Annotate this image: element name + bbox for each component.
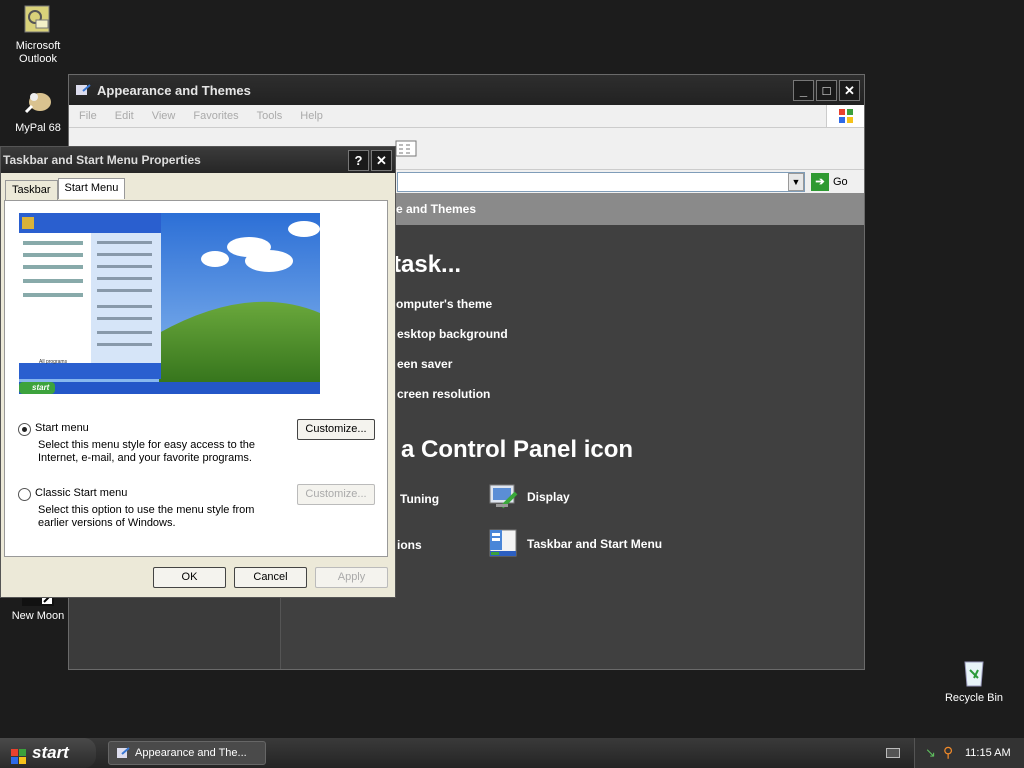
go-arrow-icon: ➔ (811, 173, 829, 191)
menu-bar: File Edit View Favorites Tools Help (69, 105, 864, 127)
cp-icon-taskbar-start[interactable]: Taskbar and Start Menu (488, 528, 662, 560)
taskbar-item-icon (116, 746, 130, 760)
pick-task-heading: task... (393, 251, 462, 278)
desktop-icon-recycle-bin[interactable]: Recycle Bin (936, 656, 1012, 705)
maximize-button[interactable]: □ (816, 79, 837, 101)
start-menu-option-label: Start menu (35, 422, 89, 434)
windows-flag-icon (11, 745, 27, 764)
views-button[interactable] (395, 140, 429, 160)
cp-link-tuning[interactable]: Tuning (400, 492, 439, 506)
tab-taskbar[interactable]: Taskbar (5, 180, 58, 200)
dialog-titlebar[interactable]: Taskbar and Start Menu Properties ? ✕ (1, 147, 395, 173)
classic-start-menu-radio[interactable] (18, 488, 31, 501)
customize-classic-button[interactable]: Customize... (297, 484, 375, 505)
desktop-icon-label: New Moon (11, 610, 65, 622)
minimize-button[interactable]: _ (793, 79, 814, 101)
start-button[interactable]: start (0, 738, 96, 768)
ok-button[interactable]: OK (153, 567, 226, 588)
taskbar-start-menu-properties-dialog: Taskbar and Start Menu Properties ? ✕ Ta… (0, 146, 396, 598)
menu-help[interactable]: Help (300, 110, 323, 122)
start-menu-tab-panel: All programs start Start menu Select thi… (4, 200, 388, 557)
menu-edit[interactable]: Edit (115, 110, 134, 122)
menu-favorites[interactable]: Favorites (193, 110, 238, 122)
window-title: Appearance and Themes (97, 82, 251, 98)
go-label: Go (833, 176, 848, 188)
task-link-background[interactable]: esktop background (397, 327, 508, 341)
desktop-icon-label: MyPal 68 (15, 122, 61, 134)
cp-link-options[interactable]: ions (397, 538, 422, 552)
classic-option-label: Classic Start menu (35, 487, 128, 499)
desktop-icon-label: Recycle Bin (944, 692, 1004, 704)
display-icon (488, 481, 520, 513)
taskbar-item-appearance[interactable]: Appearance and The... (108, 741, 266, 765)
desktop-icon-label: Microsoft Outlook (15, 40, 61, 65)
recycle-bin-icon (958, 656, 990, 688)
menu-tools[interactable]: Tools (257, 110, 283, 122)
pick-icon-heading: a Control Panel icon (401, 436, 634, 463)
classic-option-desc2: earlier versions of Windows. (38, 517, 176, 529)
address-input[interactable] (397, 172, 805, 192)
task-link-resolution[interactable]: creen resolution (397, 387, 490, 401)
task-link-theme[interactable]: omputer's theme (396, 297, 492, 311)
cancel-button[interactable]: Cancel (234, 567, 307, 588)
cp-label-taskbar-start: Taskbar and Start Menu (527, 537, 663, 551)
dialog-tabs: Taskbar Start Menu (5, 178, 126, 200)
taskbar-item-label: Appearance and The... (135, 747, 247, 759)
windows-logo-icon (826, 105, 864, 127)
cp-label-display: Display (527, 490, 570, 504)
menu-file[interactable]: File (79, 110, 97, 122)
dialog-title: Taskbar and Start Menu Properties (3, 153, 201, 167)
start-menu-option-desc2: Internet, e-mail, and your favorite prog… (38, 452, 252, 464)
close-button[interactable]: ✕ (839, 79, 860, 101)
outlook-icon (22, 4, 54, 36)
task-link-screensaver[interactable]: een saver (397, 357, 452, 371)
clock: 11:15 AM (965, 747, 1011, 759)
preview-start-label: start (32, 383, 50, 392)
mypal-icon (22, 86, 54, 118)
menu-view[interactable]: View (152, 110, 176, 122)
folder-icon (75, 83, 91, 97)
customize-start-menu-button[interactable]: Customize... (297, 419, 375, 440)
start-menu-option-desc1: Select this menu style for easy access t… (38, 439, 256, 451)
desktop-icon-mypal[interactable]: MyPal 68 (0, 86, 76, 135)
keyboard-icon[interactable] (886, 748, 900, 758)
search-tray-icon[interactable]: ⚲ (943, 744, 953, 760)
help-button[interactable]: ? (348, 149, 369, 171)
classic-option-desc1: Select this option to use the menu style… (38, 504, 255, 516)
go-button[interactable]: ➔ Go (811, 172, 859, 192)
tab-start-menu[interactable]: Start Menu (57, 178, 126, 199)
dialog-close-button[interactable]: ✕ (371, 149, 392, 171)
system-tray: ↘ ⚲ 11:15 AM (914, 738, 1024, 768)
apply-button[interactable]: Apply (315, 567, 388, 588)
taskbar-start-menu-icon (488, 528, 520, 560)
taskbar: start Appearance and The... ↘ ⚲ 11:15 AM (0, 738, 1024, 768)
address-dropdown-button[interactable]: ▼ (788, 173, 804, 191)
cp-icon-display[interactable]: Display (488, 481, 570, 513)
start-menu-radio[interactable] (18, 423, 31, 436)
start-label: start (32, 743, 69, 762)
desktop-icon-outlook[interactable]: Microsoft Outlook (0, 4, 76, 66)
preview-all-programs-label: All programs (39, 359, 68, 365)
network-icon[interactable]: ↘ (925, 745, 936, 761)
start-menu-preview: All programs start (19, 213, 320, 394)
window-titlebar[interactable]: Appearance and Themes _ □ ✕ (69, 75, 864, 105)
